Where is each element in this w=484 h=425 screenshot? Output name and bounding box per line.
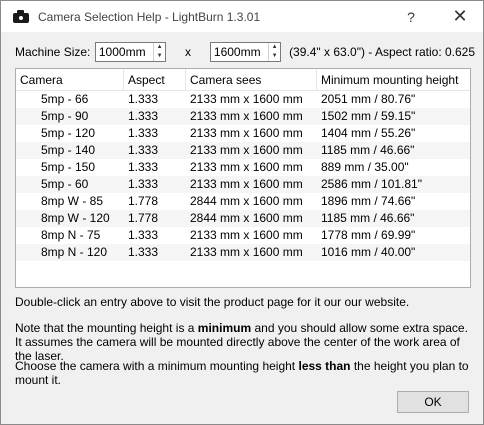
table-row[interactable]: 8mp W - 85 1.778 2844 mm x 1600 mm 1896 mm …: [16, 193, 470, 210]
cell-camera-sees: 2844 mm x 1600 mm: [190, 194, 303, 208]
help-button[interactable]: ?: [388, 1, 434, 32]
header-camera-sees[interactable]: Camera sees: [186, 69, 317, 90]
cell-camera: 5mp - 120: [41, 126, 96, 140]
cell-min-height: 1502 mm / 59.15": [321, 109, 416, 123]
header-camera[interactable]: Camera: [16, 69, 124, 90]
table-row[interactable]: 5mp - 66 1.333 2133 mm x 1600 mm 2051 mm / …: [16, 91, 470, 108]
table-row[interactable]: 5mp - 60 1.333 2133 mm x 1600 mm 2586 mm / …: [16, 176, 470, 193]
title-bar: Camera Selection Help - LightBurn 1.3.01…: [1, 1, 483, 32]
table-row[interactable]: 5mp - 90 1.333 2133 mm x 1600 mm 1502 mm / …: [16, 108, 470, 125]
table-row[interactable]: 5mp - 120 1.333 2133 mm x 1600 mm 1404 mm /…: [16, 125, 470, 142]
cell-camera-sees: 2133 mm x 1600 mm: [190, 109, 303, 123]
cell-aspect: 1.778: [128, 194, 159, 208]
machine-width-spinbox[interactable]: 1000mm ▲ ▼: [94, 42, 167, 62]
cell-camera: 5mp - 140: [41, 143, 96, 157]
cell-aspect: 1.333: [128, 228, 159, 242]
header-aspect[interactable]: Aspect: [124, 69, 186, 90]
aspect-ratio-text: (39.4" x 63.0") - Aspect ratio: 0.625: [289, 45, 476, 59]
cell-camera: 5mp - 150: [41, 160, 96, 174]
cell-camera-sees: 2133 mm x 1600 mm: [190, 228, 303, 242]
spin-up-icon[interactable]: ▲: [269, 43, 280, 52]
cell-camera: 8mp W - 120: [41, 211, 110, 225]
camera-icon: [13, 10, 29, 23]
cell-min-height: 1404 mm / 55.26": [321, 126, 416, 140]
cell-aspect: 1.333: [128, 126, 159, 140]
machine-height-spinbox[interactable]: 1600mm ▲ ▼: [209, 42, 282, 62]
cell-aspect: 1.333: [128, 177, 159, 191]
cell-camera-sees: 2133 mm x 1600 mm: [190, 177, 303, 191]
close-button[interactable]: ✕: [437, 1, 483, 32]
table-row[interactable]: 8mp N - 120 1.333 2133 mm x 1600 mm 1016 mm…: [16, 244, 470, 261]
mounting-height-note: Note that the mounting height is a minim…: [15, 321, 468, 363]
camera-table[interactable]: Camera Aspect Camera sees Minimum mounti…: [15, 68, 471, 288]
machine-size-label: Machine Size:: [15, 45, 91, 59]
cell-camera-sees: 2133 mm x 1600 mm: [190, 143, 303, 157]
cell-min-height: 1185 mm / 46.66": [321, 211, 415, 225]
cell-camera: 8mp W - 85: [41, 194, 104, 208]
window-title: Camera Selection Help - LightBurn 1.3.01: [38, 9, 261, 24]
spin-down-icon[interactable]: ▼: [269, 52, 280, 61]
header-min-mounting-height[interactable]: Minimum mounting height: [317, 69, 470, 90]
cell-min-height: 2586 mm / 101.81": [321, 177, 422, 191]
cell-camera-sees: 2133 mm x 1600 mm: [190, 92, 303, 106]
cell-camera-sees: 2133 mm x 1600 mm: [190, 126, 303, 140]
cell-aspect: 1.333: [128, 143, 159, 157]
cell-min-height: 1016 mm / 40.00": [321, 245, 416, 259]
choose-camera-note: Choose the camera with a minimum mountin…: [15, 359, 469, 387]
cell-min-height: 1185 mm / 46.66": [321, 143, 415, 157]
machine-size-row: Machine Size: 1000mm ▲ ▼ x 1600mm ▲ ▼ (3…: [15, 41, 475, 63]
cell-aspect: 1.333: [128, 245, 159, 259]
cell-aspect: 1.333: [128, 160, 159, 174]
cell-camera: 5mp - 66: [41, 92, 89, 106]
cell-aspect: 1.333: [128, 109, 159, 123]
cell-min-height: 889 mm / 35.00": [321, 160, 409, 174]
ok-button[interactable]: OK: [397, 391, 469, 413]
table-row[interactable]: 8mp W - 120 1.778 2844 mm x 1600 mm 1185 mm…: [16, 210, 470, 227]
table-row[interactable]: 8mp N - 75 1.333 2133 mm x 1600 mm 1778 mm …: [16, 227, 470, 244]
cell-aspect: 1.333: [128, 92, 159, 106]
cell-camera-sees: 2844 mm x 1600 mm: [190, 211, 303, 225]
machine-height-value[interactable]: 1600mm: [211, 45, 268, 59]
cell-camera: 5mp - 90: [41, 109, 89, 123]
cell-camera: 8mp N - 75: [41, 228, 101, 242]
cell-camera-sees: 2133 mm x 1600 mm: [190, 245, 303, 259]
machine-width-value[interactable]: 1000mm: [96, 45, 153, 59]
table-header: Camera Aspect Camera sees Minimum mounti…: [16, 69, 470, 91]
cell-min-height: 2051 mm / 80.76": [321, 92, 416, 106]
cell-min-height: 1896 mm / 74.66": [321, 194, 416, 208]
spin-up-icon[interactable]: ▲: [154, 43, 165, 52]
table-body: 5mp - 66 1.333 2133 mm x 1600 mm 2051 mm / …: [16, 91, 470, 261]
cell-camera: 8mp N - 120: [41, 245, 108, 259]
cell-camera-sees: 2133 mm x 1600 mm: [190, 160, 303, 174]
spin-down-icon[interactable]: ▼: [154, 52, 165, 61]
table-row[interactable]: 5mp - 150 1.333 2133 mm x 1600 mm 889 mm / …: [16, 159, 470, 176]
double-click-note: Double-click an entry above to visit the…: [15, 295, 410, 309]
camera-selection-dialog: Camera Selection Help - LightBurn 1.3.01…: [0, 0, 484, 425]
cell-min-height: 1778 mm / 69.99": [321, 228, 416, 242]
cell-aspect: 1.778: [128, 211, 159, 225]
table-row[interactable]: 5mp - 140 1.333 2133 mm x 1600 mm 1185 mm /…: [16, 142, 470, 159]
cell-camera: 5mp - 60: [41, 177, 89, 191]
size-separator: x: [184, 45, 191, 59]
